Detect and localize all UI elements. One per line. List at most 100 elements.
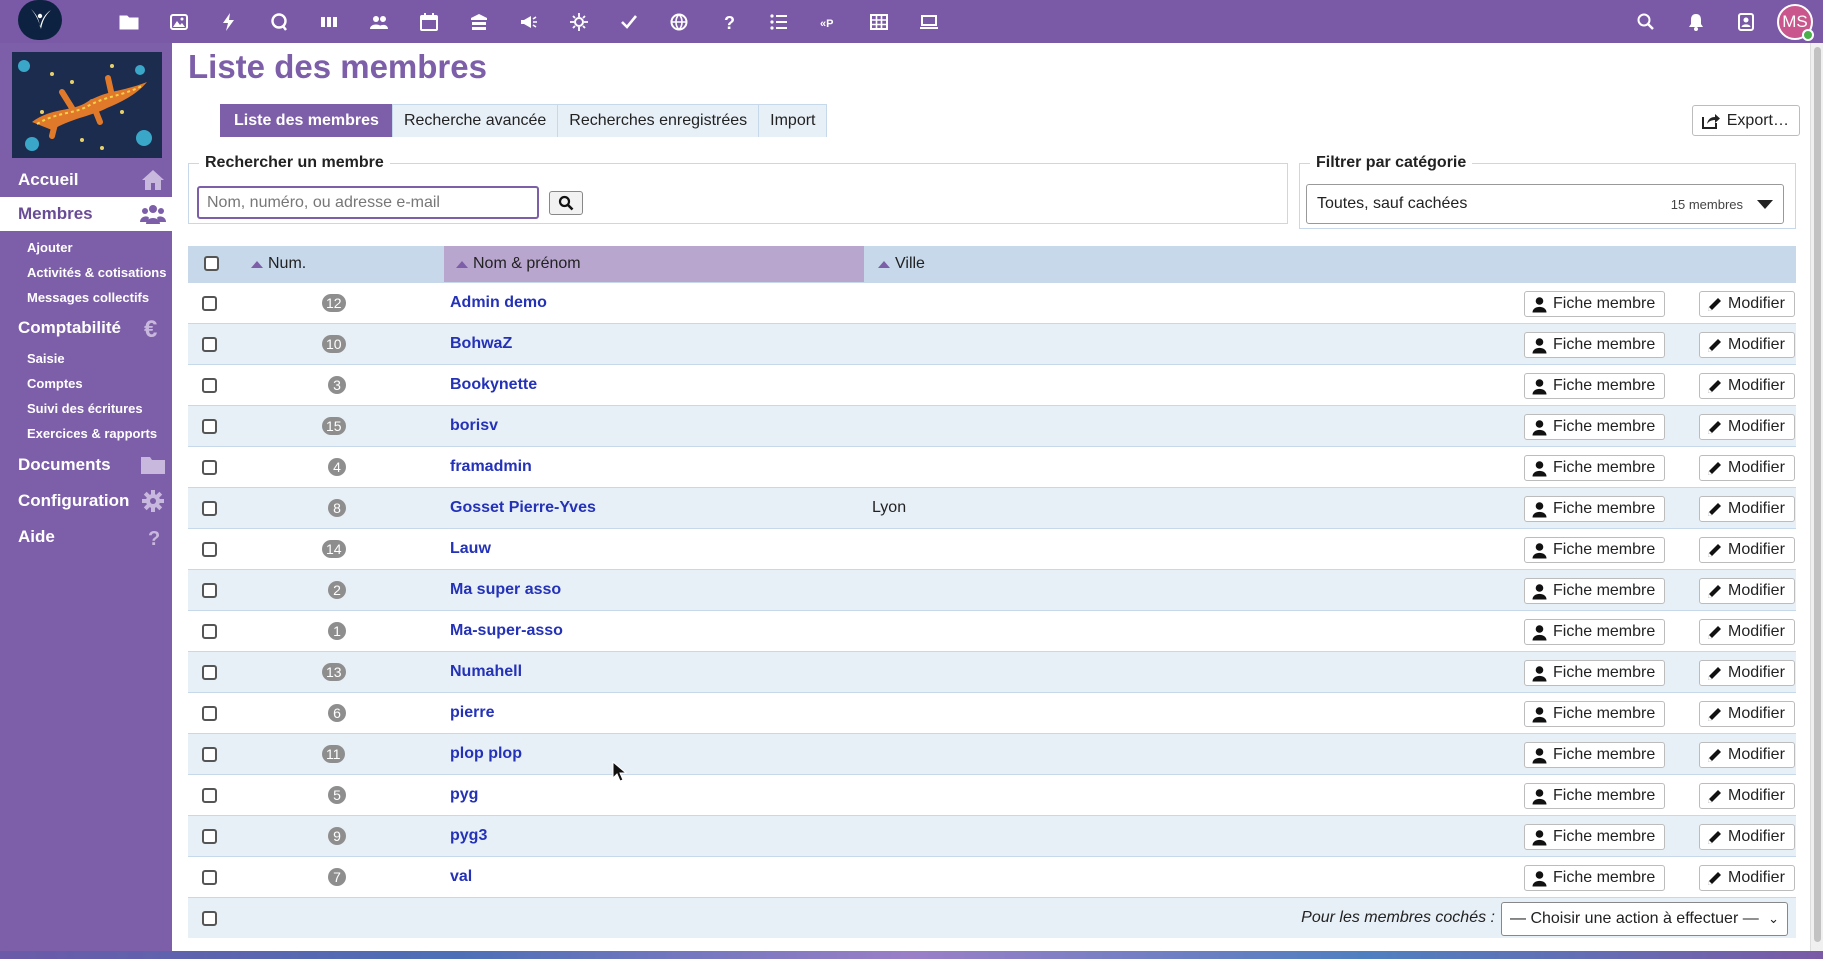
member-name-link[interactable]: Lauw bbox=[450, 540, 491, 558]
fiche-membre-button[interactable]: Fiche membre bbox=[1524, 742, 1666, 768]
modifier-button[interactable]: Modifier bbox=[1699, 742, 1795, 768]
tab-liste-membres[interactable]: Liste des membres bbox=[220, 104, 393, 137]
globe-app-button[interactable] bbox=[654, 0, 704, 43]
scrollbar-thumb[interactable] bbox=[1814, 47, 1821, 942]
nav-membres[interactable]: Membres bbox=[0, 197, 172, 231]
member-name-link[interactable]: Numahell bbox=[450, 663, 522, 681]
page-scrollbar[interactable] bbox=[1810, 43, 1823, 951]
nav-sub-compta-0[interactable]: Saisie bbox=[27, 351, 65, 366]
help-app-button[interactable]: ? bbox=[704, 0, 754, 43]
tab-import[interactable]: Import bbox=[758, 104, 828, 137]
nav-sub-compta-1[interactable]: Comptes bbox=[27, 376, 83, 391]
activity-app-button[interactable] bbox=[554, 0, 604, 43]
modifier-button[interactable]: Modifier bbox=[1699, 291, 1795, 317]
header-name[interactable]: Nom & prénom bbox=[444, 246, 864, 282]
header-num[interactable]: Num. bbox=[251, 246, 407, 282]
row-checkbox[interactable] bbox=[202, 501, 217, 516]
modifier-button[interactable]: Modifier bbox=[1699, 455, 1795, 481]
member-name-link[interactable]: Admin demo bbox=[450, 294, 547, 312]
fiche-membre-button[interactable]: Fiche membre bbox=[1524, 578, 1666, 604]
modifier-button[interactable]: Modifier bbox=[1699, 332, 1795, 358]
contacts-app-button[interactable] bbox=[354, 0, 404, 43]
member-name-link[interactable]: pyg bbox=[450, 786, 478, 804]
row-checkbox[interactable] bbox=[202, 788, 217, 803]
row-checkbox[interactable] bbox=[202, 583, 217, 598]
footer-checkbox[interactable] bbox=[202, 911, 217, 926]
modifier-button[interactable]: Modifier bbox=[1699, 373, 1795, 399]
row-checkbox[interactable] bbox=[202, 460, 217, 475]
fiche-membre-button[interactable]: Fiche membre bbox=[1524, 619, 1666, 645]
fiche-membre-button[interactable]: Fiche membre bbox=[1524, 824, 1666, 850]
image-app-button[interactable] bbox=[154, 0, 204, 43]
chat-app-button[interactable] bbox=[254, 0, 304, 43]
modifier-button[interactable]: Modifier bbox=[1699, 824, 1795, 850]
member-name-link[interactable]: pyg3 bbox=[450, 827, 487, 845]
row-checkbox[interactable] bbox=[202, 337, 217, 352]
garradin-app-button[interactable]: «P bbox=[804, 0, 854, 43]
laptop-app-button[interactable] bbox=[904, 0, 954, 43]
folder-app-button[interactable] bbox=[104, 0, 154, 43]
fiche-membre-button[interactable]: Fiche membre bbox=[1524, 537, 1666, 563]
row-checkbox[interactable] bbox=[202, 296, 217, 311]
modifier-button[interactable]: Modifier bbox=[1699, 414, 1795, 440]
app-logo[interactable] bbox=[18, 0, 62, 40]
member-name-link[interactable]: framadmin bbox=[450, 458, 532, 476]
modifier-button[interactable]: Modifier bbox=[1699, 783, 1795, 809]
fiche-membre-button[interactable]: Fiche membre bbox=[1524, 783, 1666, 809]
deck-app-button[interactable] bbox=[304, 0, 354, 43]
nav-configuration[interactable]: Configuration bbox=[0, 484, 172, 518]
bulk-action-select[interactable]: — Choisir une action à effectuer — ⌄ bbox=[1501, 902, 1788, 936]
modifier-button[interactable]: Modifier bbox=[1699, 701, 1795, 727]
fiche-membre-button[interactable]: Fiche membre bbox=[1524, 332, 1666, 358]
member-name-link[interactable]: Ma super asso bbox=[450, 581, 561, 599]
row-checkbox[interactable] bbox=[202, 665, 217, 680]
row-checkbox[interactable] bbox=[202, 829, 217, 844]
fiche-membre-button[interactable]: Fiche membre bbox=[1524, 455, 1666, 481]
modifier-button[interactable]: Modifier bbox=[1699, 660, 1795, 686]
collectives-app-button[interactable] bbox=[454, 0, 504, 43]
nav-sub-membres-1[interactable]: Activités & cotisations bbox=[27, 265, 166, 280]
nav-comptabilite[interactable]: Comptabilité € bbox=[0, 311, 172, 345]
search-input[interactable] bbox=[197, 186, 539, 219]
tab-recherche-avancee[interactable]: Recherche avancée bbox=[391, 104, 559, 137]
member-name-link[interactable]: pierre bbox=[450, 704, 494, 722]
table-app-button[interactable] bbox=[854, 0, 904, 43]
nav-sub-compta-2[interactable]: Suivi des écritures bbox=[27, 401, 143, 416]
member-name-link[interactable]: borisv bbox=[450, 417, 498, 435]
row-checkbox[interactable] bbox=[202, 624, 217, 639]
member-name-link[interactable]: Bookynette bbox=[450, 376, 537, 394]
row-checkbox[interactable] bbox=[202, 747, 217, 762]
fiche-membre-button[interactable]: Fiche membre bbox=[1524, 291, 1666, 317]
member-name-link[interactable]: Ma-super-asso bbox=[450, 622, 563, 640]
fiche-membre-button[interactable]: Fiche membre bbox=[1524, 373, 1666, 399]
search-button[interactable] bbox=[549, 191, 583, 215]
bolt-app-button[interactable] bbox=[204, 0, 254, 43]
nav-sub-membres-2[interactable]: Messages collectifs bbox=[27, 290, 149, 305]
member-name-link[interactable]: val bbox=[450, 868, 472, 886]
nav-sub-membres-0[interactable]: Ajouter bbox=[27, 240, 73, 255]
export-button[interactable]: Export… bbox=[1691, 105, 1800, 136]
fiche-membre-button[interactable]: Fiche membre bbox=[1524, 865, 1666, 891]
select-all-checkbox[interactable] bbox=[204, 256, 219, 271]
row-checkbox[interactable] bbox=[202, 870, 217, 885]
modifier-button[interactable]: Modifier bbox=[1699, 619, 1795, 645]
user-avatar[interactable]: MS bbox=[1777, 3, 1814, 41]
row-checkbox[interactable] bbox=[202, 706, 217, 721]
nav-sub-compta-3[interactable]: Exercices & rapports bbox=[27, 426, 157, 441]
member-name-link[interactable]: plop plop bbox=[450, 745, 522, 763]
modifier-button[interactable]: Modifier bbox=[1699, 496, 1795, 522]
nav-aide[interactable]: Aide ? bbox=[0, 520, 172, 554]
tasks-app-button[interactable] bbox=[604, 0, 654, 43]
search-icon[interactable] bbox=[1621, 0, 1671, 43]
calendar-app-button[interactable] bbox=[404, 0, 454, 43]
announcements-app-button[interactable] bbox=[504, 0, 554, 43]
member-name-link[interactable]: Gosset Pierre-Yves bbox=[450, 499, 596, 517]
fiche-membre-button[interactable]: Fiche membre bbox=[1524, 660, 1666, 686]
row-checkbox[interactable] bbox=[202, 542, 217, 557]
modifier-button[interactable]: Modifier bbox=[1699, 865, 1795, 891]
tab-recherches-enregistrees[interactable]: Recherches enregistrées bbox=[557, 104, 760, 137]
category-select[interactable]: Toutes, sauf cachées 15 membres bbox=[1306, 184, 1784, 224]
modifier-button[interactable]: Modifier bbox=[1699, 537, 1795, 563]
member-name-link[interactable]: BohwaZ bbox=[450, 335, 512, 353]
bell-icon[interactable] bbox=[1671, 0, 1721, 43]
